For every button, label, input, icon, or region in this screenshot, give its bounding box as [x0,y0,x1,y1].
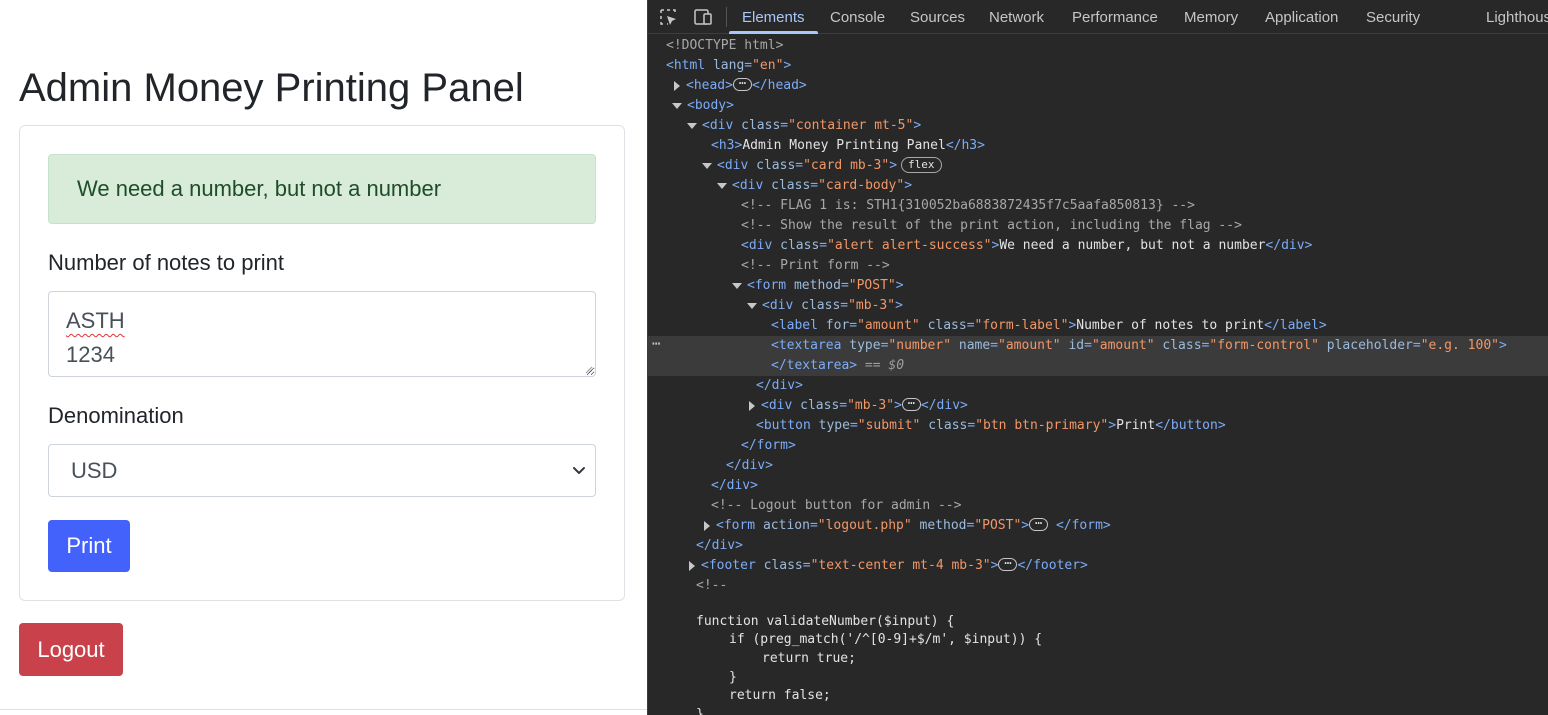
chevron-down-icon [573,467,585,474]
tab-console[interactable]: Console [830,0,885,34]
collapsed-ellipsis-icon[interactable] [732,74,752,91]
dom-line-logout-form[interactable]: <form action="logout.php" method="POST">… [702,514,1111,536]
collapse-triangle-icon[interactable] [747,302,757,309]
alert-success: We need a number, but not a number [48,154,596,224]
active-tab-indicator [729,31,818,34]
dom-line-form[interactable]: <form method="POST"> [732,276,904,296]
dom-line-mb3-collapsed[interactable]: <div class="mb-3"></div> [747,394,968,416]
dom-line-mb3[interactable]: <div class="mb-3"> [747,296,903,316]
expand-triangle-icon[interactable] [689,560,695,571]
dom-line-alert[interactable]: <div class="alert alert-success">We need… [741,236,1312,256]
tab-network[interactable]: Network [989,0,1044,34]
page-divider [0,709,647,710]
flex-badge[interactable]: flex [901,156,942,173]
dom-tree: ⋯ <!DOCTYPE html> <html lang="en"> <head… [648,36,1548,715]
expand-triangle-icon[interactable] [704,520,710,531]
dom-line-html[interactable]: <html lang="en"> [666,56,791,76]
page-title: Admin Money Printing Panel [19,66,524,110]
denomination-label: Denomination [48,403,184,428]
resize-grip-icon[interactable] [585,366,593,374]
device-toolbar-icon[interactable] [693,7,713,27]
tab-elements[interactable]: Elements [742,0,805,34]
page-viewport: Admin Money Printing Panel We need a num… [0,0,647,715]
dom-line-h3[interactable]: <h3>Admin Money Printing Panel</h3> [711,136,985,156]
amount-textarea[interactable]: ASTH 1234 [48,291,596,377]
dom-line-label[interactable]: <label for="amount" class="form-label">N… [771,316,1327,336]
tab-security[interactable]: Security [1366,0,1420,34]
tab-sources[interactable]: Sources [910,0,965,34]
dom-line-code-brace-end: } [696,707,704,715]
devtools-toolbar: Elements Console Sources Network Perform… [648,0,1548,34]
dom-line-div-close[interactable]: </div> [756,376,803,396]
collapse-triangle-icon[interactable] [732,282,742,289]
expand-triangle-icon[interactable] [749,400,755,411]
collapse-triangle-icon[interactable] [687,122,697,129]
dom-line-code-return-true: return true; [762,651,856,666]
dom-line-code-return-false: return false; [729,688,831,703]
collapse-triangle-icon[interactable] [717,182,727,189]
dom-line-comment-flag[interactable]: <!-- FLAG 1 is: STH1{310052ba6883872435f… [741,196,1195,216]
logout-button[interactable]: Logout [19,623,123,676]
dom-line-container[interactable]: <div class="container mt-5"> [687,116,921,136]
amount-label: Number of notes to print [48,250,285,275]
dom-line-card[interactable]: <div class="card mb-3"> flex [702,156,942,176]
expand-triangle-icon[interactable] [674,80,680,91]
inspect-element-icon[interactable] [658,7,678,27]
dom-line-comment-logout[interactable]: <!-- Logout button for admin --> [711,496,961,516]
amount-value-line1: ASTH [66,308,125,333]
dom-line-head[interactable]: <head></head> [672,74,807,96]
dom-line-card-close[interactable]: </div> [711,476,758,496]
tab-memory[interactable]: Memory [1184,0,1238,34]
print-card: We need a number, but not a number Numbe… [19,125,625,601]
tab-lighthouse[interactable]: Lighthouse [1486,0,1548,34]
tab-application[interactable]: Application [1265,0,1338,34]
dom-line-button[interactable]: <button type="submit" class="btn btn-pri… [756,416,1226,436]
dom-line-textarea-close[interactable]: </textarea> == $0 [771,356,904,376]
collapsed-ellipsis-icon[interactable] [998,554,1018,571]
dom-line-comment-open[interactable]: <!-- [696,576,727,596]
dom-line-textarea[interactable]: <textarea type="number" name="amount" id… [771,336,1507,356]
denomination-selected: USD [71,458,118,483]
collapse-triangle-icon[interactable] [672,102,682,109]
tab-performance[interactable]: Performance [1072,0,1158,34]
denomination-select[interactable]: USD [48,444,596,497]
toolbar-separator [726,7,727,27]
dom-line-comment-print-form[interactable]: <!-- Print form --> [741,256,890,276]
devtools-panel: Elements Console Sources Network Perform… [647,0,1548,715]
dom-line-footer[interactable]: <footer class="text-center mt-4 mb-3"></… [687,554,1088,576]
dom-line-code-if: if (preg_match('/^[0-9]+$/m', $input)) { [729,632,1043,647]
collapse-triangle-icon[interactable] [702,162,712,169]
dom-line-code-brace: } [729,670,737,685]
collapsed-ellipsis-icon[interactable] [1029,514,1049,531]
dom-line-doctype[interactable]: <!DOCTYPE html> [666,36,783,56]
dom-line-comment-show[interactable]: <!-- Show the result of the print action… [741,216,1242,236]
more-options-icon[interactable]: ⋯ [652,336,660,356]
dom-line-card-body-close[interactable]: </div> [726,456,773,476]
dom-line-card-body[interactable]: <div class="card-body"> [717,176,912,196]
dom-line-code-fn: function validateNumber($input) { [696,614,955,629]
dom-line-body[interactable]: <body> [672,96,734,116]
dom-line-container-close[interactable]: </div> [696,536,743,556]
amount-value-line2: 1234 [66,342,115,367]
print-button[interactable]: Print [48,520,130,572]
dom-line-form-close[interactable]: </form> [741,436,796,456]
collapsed-ellipsis-icon[interactable] [901,394,921,411]
